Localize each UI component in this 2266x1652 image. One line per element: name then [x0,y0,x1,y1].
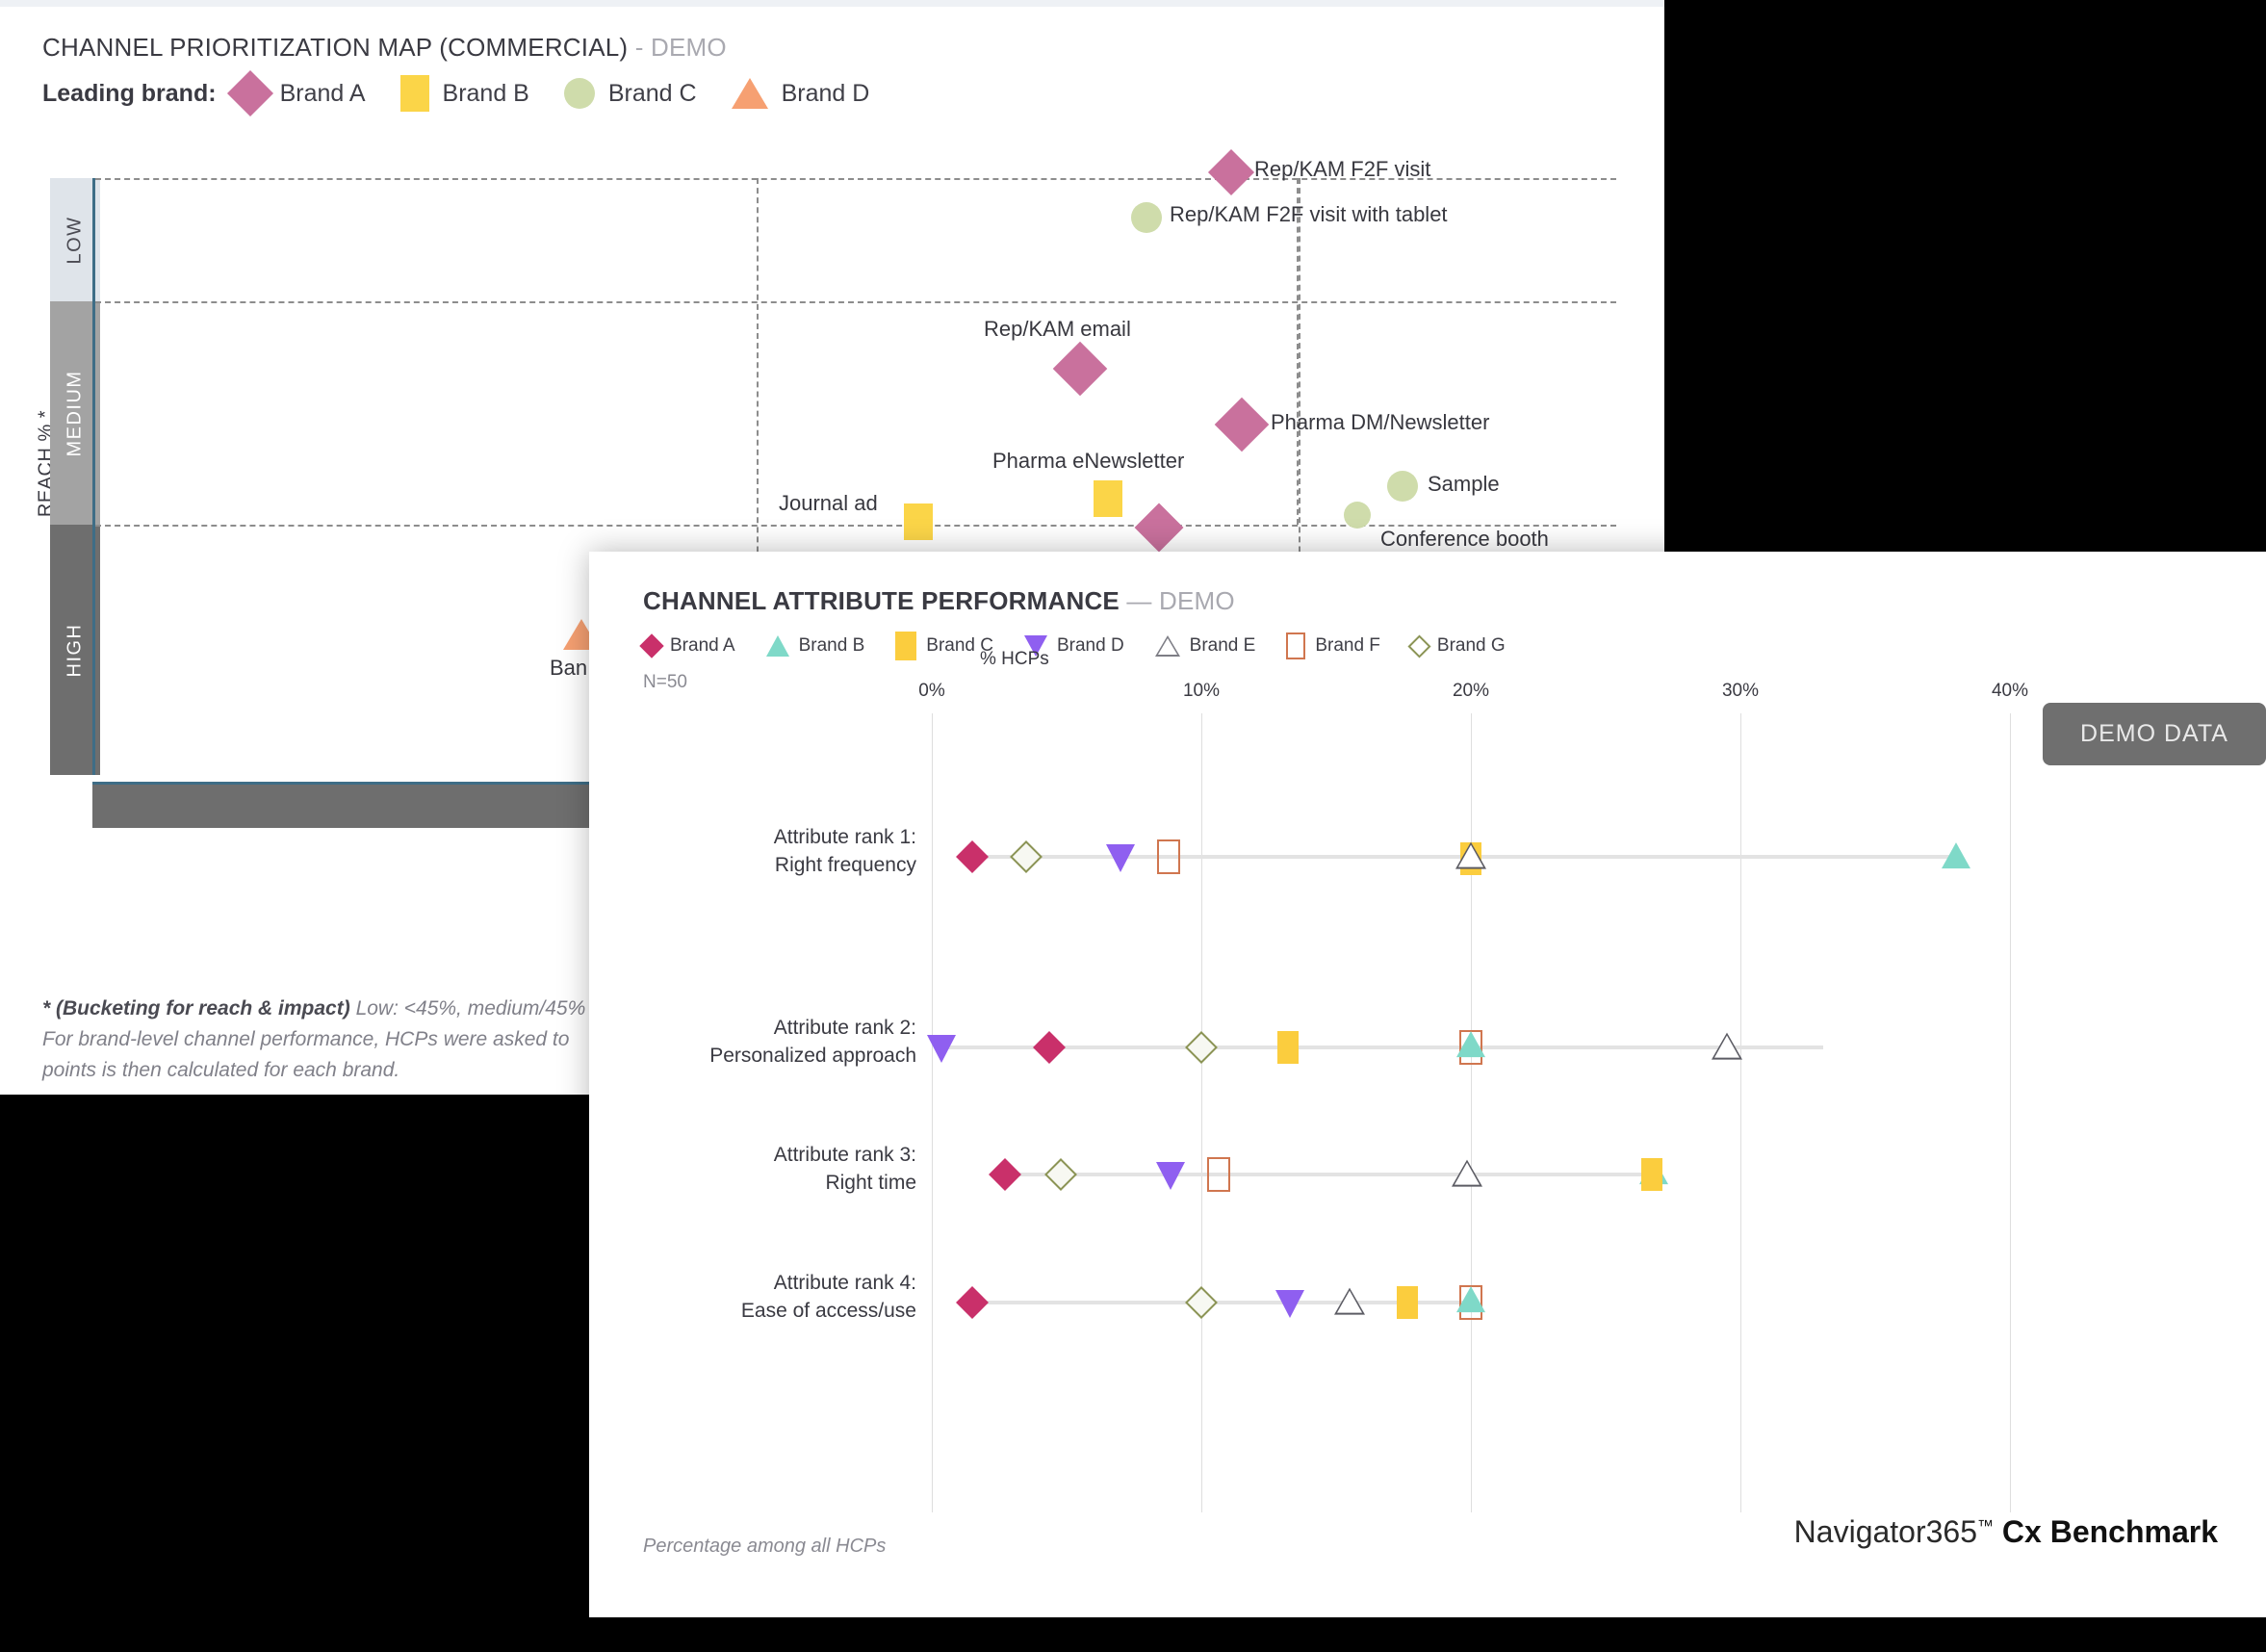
x-tick-10: 10% [1182,681,1221,701]
data-label-pharma-dm-newsletter: Pharma DM/Newsletter [1271,410,1490,434]
card1-title: CHANNEL PRIORITIZATION MAP (COMMERCIAL) … [42,33,727,63]
legend-item-brand-c[interactable]: Brand C [563,78,697,109]
card-top-edge [0,0,1664,7]
gridline-vertical-10 [1201,713,1202,1512]
marker-row3-brand-a[interactable] [989,1158,1021,1191]
x-tick-20: 20% [1452,681,1490,701]
card2-footer-note: Percentage among all HCPs [643,1536,887,1557]
data-label-conference-booth: Conference booth [1380,527,1549,551]
brand-name-bold: Cx Benchmark [1994,1514,2218,1549]
row-connector-3 [1005,1173,1654,1176]
x-tick-40: 40% [1991,681,2029,701]
row-label-attribute-rank-4: Attribute rank 4: Ease of access/use [740,1272,916,1322]
marker-row1-brand-b[interactable] [1942,842,1970,869]
card1-title-demo: - DEMO [628,33,727,62]
square-marker-icon [1094,480,1122,517]
card2-plot-area: % HCPs 0% 10% 20% 30% 40% Attribute rank… [589,552,2266,1617]
row-connector-2 [941,1045,1823,1049]
marker-row3-brand-e[interactable] [1452,1159,1482,1187]
x-tick-0: 0% [918,681,945,701]
legend-label-brand-a: Brand A [279,79,366,107]
card2-x-axis-title: % HCPs [980,649,1049,669]
card1-legend-label: Leading brand: [42,79,217,107]
legend-item-brand-b[interactable]: Brand B [399,75,529,112]
square-marker-icon [904,503,933,540]
marker-row2-brand-e[interactable] [1712,1032,1742,1060]
marker-row2-brand-d[interactable] [927,1034,956,1063]
legend-label-brand-d: Brand D [781,79,870,107]
diamond-marker-icon [226,69,273,117]
data-label-banner-ad: Ban [550,656,588,680]
marker-row2-brand-g[interactable] [1185,1031,1218,1064]
marker-row2-brand-c[interactable] [1277,1031,1299,1064]
brand-name-light: Navigator365 [1793,1514,1978,1549]
marker-row1-brand-g[interactable] [1010,840,1043,873]
demo-data-badge-label: DEMO DATA [2080,720,2228,747]
channel-attribute-performance-card: CHANNEL ATTRIBUTE PERFORMANCE — DEMO Bra… [589,552,2266,1617]
marker-row3-brand-f[interactable] [1207,1157,1230,1192]
x-tick-30: 30% [1721,681,1760,701]
circle-marker-icon [1131,202,1162,233]
row-label-attribute-rank-3: Attribute rank 3: Right time [773,1144,916,1194]
marker-row1-brand-a[interactable] [956,840,989,873]
legend-item-brand-d[interactable]: Brand D [731,78,870,109]
marker-row4-brand-e[interactable] [1334,1287,1365,1315]
square-marker-icon [399,75,429,112]
gridline-vertical-30 [1740,713,1741,1512]
data-label-rep-kam-f2f-visit-tablet: Rep/KAM F2F visit with tablet [1170,202,1448,226]
card1-legend: Leading brand: Brand A Brand B Brand C B… [42,69,904,117]
product-branding: Navigator365™ Cx Benchmark [1794,1514,2218,1550]
card1-footnote-line3: points is then calculated for each brand… [42,1059,400,1081]
data-label-pharma-enewsletter: Pharma eNewsletter [992,449,1185,473]
marker-row4-brand-d[interactable] [1275,1289,1304,1318]
y-band-low-label: HIGH [64,623,86,677]
circle-marker-icon [563,78,595,109]
marker-row4-brand-c[interactable] [1397,1286,1418,1319]
circle-marker-icon [1344,502,1371,529]
card1-footnote-bold: * (Bucketing for reach & impact) [42,997,350,1020]
row-label-attribute-rank-1: Attribute rank 1: Right frequency [773,826,916,876]
marker-row1-brand-d[interactable] [1106,843,1135,872]
gridline-vertical-0 [932,713,933,1512]
marker-row2-brand-b[interactable] [1456,1031,1485,1058]
marker-row1-brand-e[interactable] [1455,841,1486,869]
data-label-rep-kam-f2f-visit: Rep/KAM F2F visit [1254,157,1431,181]
demo-data-badge: DEMO DATA [2043,703,2266,765]
marker-row4-brand-g[interactable] [1185,1286,1218,1319]
marker-row2-brand-a[interactable] [1033,1031,1066,1064]
marker-row3-brand-c[interactable] [1641,1158,1662,1191]
legend-item-brand-a[interactable]: Brand A [226,69,366,117]
marker-row3-brand-g[interactable] [1044,1158,1077,1191]
data-label-journal-ad: Journal ad [779,491,878,515]
card1-footnote-line2: For brand-level channel performance, HCP… [42,1028,570,1050]
legend-label-brand-b: Brand B [442,79,529,107]
y-band-medium-label: MEDIUM [64,369,86,457]
triangle-marker-icon [731,78,768,109]
card1-title-main: CHANNEL PRIORITIZATION MAP (COMMERCIAL) [42,33,629,62]
gridline-vertical-20 [1471,713,1472,1512]
data-label-rep-kam-email: Rep/KAM email [984,317,1131,341]
card1-footnote-rest: Low: <45%, medium/45% [349,997,586,1020]
data-label-sample: Sample [1428,472,1500,496]
legend-label-brand-c: Brand C [607,79,697,107]
y-band-high-label: LOW [64,215,86,265]
marker-row4-brand-a[interactable] [956,1286,989,1319]
circle-marker-icon [1387,471,1418,502]
trademark-icon: ™ [1977,1516,1995,1536]
row-label-attribute-rank-2: Attribute rank 2: Personalized approach [709,1017,916,1067]
gridline-vertical-40 [2010,713,2011,1512]
marker-row1-brand-f[interactable] [1157,839,1180,874]
marker-row3-brand-d[interactable] [1156,1161,1185,1190]
marker-row4-brand-b[interactable] [1456,1286,1485,1313]
